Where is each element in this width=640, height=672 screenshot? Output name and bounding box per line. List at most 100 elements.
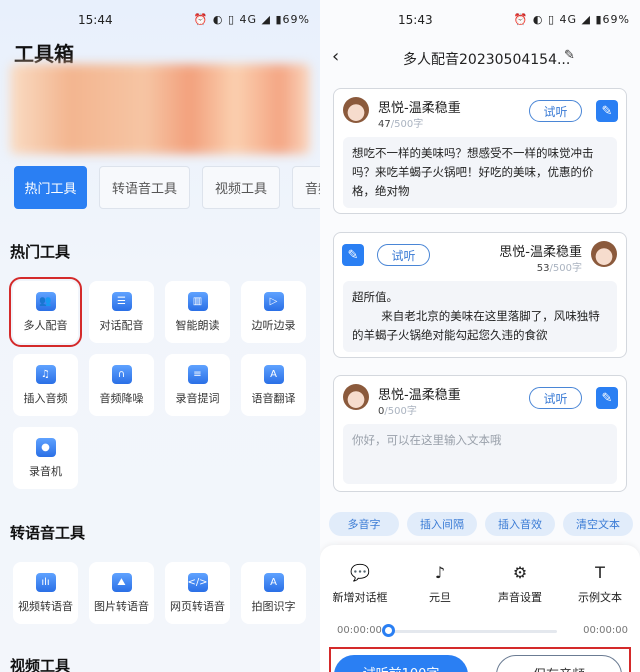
edit-title-icon[interactable]: ✎ <box>564 48 575 63</box>
avatar[interactable] <box>591 241 617 267</box>
slider-handle[interactable] <box>382 624 395 637</box>
music-note-icon: ♪ <box>434 563 446 582</box>
page-title: 工具箱 <box>14 42 74 66</box>
clear-text-button[interactable]: 清空文本 <box>563 512 633 536</box>
tool-label: 音频降噪 <box>99 391 144 405</box>
dialog-card: 思悦-温柔稳重 53/500字 试听 ✎ 超所值。 来自老北京的美味在这里落脚了，风味独… <box>333 232 627 358</box>
save-audio-button[interactable]: 保存音频 <box>496 655 622 672</box>
tab-hot-tools[interactable]: 热门工具 <box>14 166 87 209</box>
avatar[interactable] <box>343 97 369 123</box>
tool-tile[interactable]: ∩ 音频降噪 <box>89 354 154 416</box>
edit-icon[interactable]: ✎ <box>342 244 364 266</box>
avatar[interactable] <box>343 384 369 410</box>
tool-tile[interactable]: ▷ 边听边录 <box>241 281 306 343</box>
listen-button[interactable]: 试听 <box>529 100 582 122</box>
tab-to-speech[interactable]: 转语音工具 <box>99 166 191 209</box>
gear-icon: ⚙ <box>512 563 528 582</box>
polyphone-button[interactable]: 多音字 <box>329 512 399 536</box>
tab-video[interactable]: 视频工具 <box>202 166 281 209</box>
action-label: 元旦 <box>429 591 451 604</box>
tool-tile[interactable]: A 拍图识字 <box>241 562 306 624</box>
count-value: 47 <box>378 119 391 130</box>
insert-sound-effect-button[interactable]: 插入音效 <box>485 512 555 536</box>
tool-tile[interactable]: ▥ 智能朗读 <box>165 281 230 343</box>
scan-text-icon: A <box>263 572 284 592</box>
dialog-card: 思悦-温柔稳重 47/500字 试听 ✎ 想吃不一样的美味吗？想感受不一样的味觉冲击吗？… <box>333 88 627 214</box>
tool-label: 拍图识字 <box>251 599 296 613</box>
text-icon: T <box>595 563 605 582</box>
count-value: 53 <box>536 263 550 274</box>
insert-pause-button[interactable]: 插入间隔 <box>407 512 477 536</box>
tool-tile[interactable]: 👥 多人配音 <box>9 277 82 347</box>
voice-name[interactable]: 思悦-温柔稳重 <box>499 241 582 260</box>
tool-tile[interactable]: </> 网页转语音 <box>165 562 230 624</box>
action-button[interactable]: T 示例文本 <box>564 563 636 605</box>
headphones-icon: ∩ <box>111 364 132 384</box>
action-label: 新增对话框 <box>332 591 388 604</box>
char-count: 0/500字 <box>378 402 417 417</box>
voice-name[interactable]: 思悦-温柔稳重 <box>378 384 461 403</box>
listen-button[interactable]: 试听 <box>529 387 582 409</box>
edit-icon[interactable]: ✎ <box>596 387 618 409</box>
add-dialog-icon: 💬 <box>350 563 370 582</box>
back-icon[interactable]: ‹ <box>332 46 339 67</box>
category-tabs: 热门工具 转语音工具 视频工具 音频 <box>14 166 320 209</box>
tool-label: 对话配音 <box>99 318 144 332</box>
current-time: 00:00:00 <box>337 625 382 636</box>
status-icons: ⏰ ◐ ▯ 4G ◢ ▮69% <box>513 13 630 26</box>
status-icons: ⏰ ◐ ▯ 4G ◢ ▮69% <box>193 13 310 26</box>
action-button[interactable]: ⚙ 声音设置 <box>484 563 556 605</box>
tool-label: 视频转语音 <box>18 599 73 613</box>
translate-icon: A <box>263 364 284 384</box>
tool-tile[interactable]: ♫ 插入音频 <box>13 354 78 416</box>
tool-label: 插入音频 <box>23 391 68 405</box>
nav-bar: ‹ 多人配音20230504154... ✎ <box>320 44 640 72</box>
tool-tile[interactable]: ⛰ 图片转语音 <box>89 562 154 624</box>
count-max: /500字 <box>390 119 424 130</box>
text-tools: 多音字 插入间隔 插入音效 清空文本 <box>329 512 633 536</box>
tool-label: 录音提词 <box>175 391 220 405</box>
tool-tile[interactable]: ● 录音机 <box>13 427 78 489</box>
music-icon: ♫ <box>35 364 56 384</box>
section-title: 热门工具 <box>10 243 71 261</box>
tool-label: 多人配音 <box>23 318 68 332</box>
tool-label: 语音翻译 <box>251 391 296 405</box>
edit-icon[interactable]: ✎ <box>596 100 618 122</box>
text-input[interactable]: 想吃不一样的美味吗？想感受不一样的味觉冲击吗？来吃羊蝎子火锅吧！好吃的美味，优惠… <box>343 137 617 208</box>
waveform-icon: ılı <box>35 572 56 592</box>
count-max: /500字 <box>549 263 582 274</box>
tool-tile[interactable]: ☰ 对话配音 <box>89 281 154 343</box>
tool-tile[interactable]: A 语音翻译 <box>241 354 306 416</box>
preview-button[interactable]: 试听前100字 <box>334 655 468 672</box>
toolbox-screen: 15:44 ⏰ ◐ ▯ 4G ◢ ▮69% 工具箱 热门工具 转语音工具 视频工… <box>0 0 320 672</box>
action-button[interactable]: 💬 新增对话框 <box>324 563 396 605</box>
voice-name[interactable]: 思悦-温柔稳重 <box>378 97 461 116</box>
tool-label: 图片转语音 <box>94 599 149 613</box>
section-title: 视频工具 <box>10 657 71 672</box>
book-icon: ▥ <box>187 291 208 311</box>
tab-audio[interactable]: 音频 <box>292 166 320 209</box>
tool-label: 网页转语音 <box>170 599 225 613</box>
bottom-panel: 💬 新增对话框 ♪ 元旦 ⚙ 声音设置 T 示例文本 00:00:00 00:00:00 试听… <box>320 545 640 672</box>
banner-ad[interactable] <box>10 64 310 154</box>
status-bar: 15:44 ⏰ ◐ ▯ 4G ◢ ▮69% <box>78 13 310 27</box>
prompter-icon: ≡ <box>187 364 208 384</box>
progress-slider[interactable] <box>385 630 557 633</box>
char-count: 47/500字 <box>378 115 423 130</box>
hot-tools-grid: 👥 多人配音 ☰ 对话配音 ▥ 智能朗读 ▷ 边听边录 ♫ 插入音频 ∩ 音频降噪 ≡ 录音提词 A 语音翻译… <box>9 277 306 489</box>
tool-label: 边听边录 <box>251 318 296 332</box>
action-button[interactable]: ♪ 元旦 <box>404 563 476 605</box>
code-icon: </> <box>187 572 208 592</box>
multi-voice-screen: 15:43 ⏰ ◐ ▯ 4G ◢ ▮69% ‹ 多人配音20230504154.… <box>320 0 640 672</box>
action-label: 声音设置 <box>498 591 542 604</box>
tool-tile[interactable]: ≡ 录音提词 <box>165 354 230 416</box>
action-label: 示例文本 <box>578 591 622 604</box>
tool-label: 智能朗读 <box>175 318 220 332</box>
tool-tile[interactable]: ılı 视频转语音 <box>13 562 78 624</box>
text-input[interactable]: 你好，可以在这里输入文本哦 <box>343 424 617 484</box>
status-bar: 15:43 ⏰ ◐ ▯ 4G ◢ ▮69% <box>398 13 630 27</box>
listen-button[interactable]: 试听 <box>377 244 430 266</box>
text-input[interactable]: 超所值。 来自老北京的美味在这里落脚了，风味独特的羊蝎子火锅绝对能勾起您久违的食… <box>343 281 617 352</box>
users-icon: 👥 <box>35 291 56 311</box>
count-max: /500字 <box>384 406 417 417</box>
